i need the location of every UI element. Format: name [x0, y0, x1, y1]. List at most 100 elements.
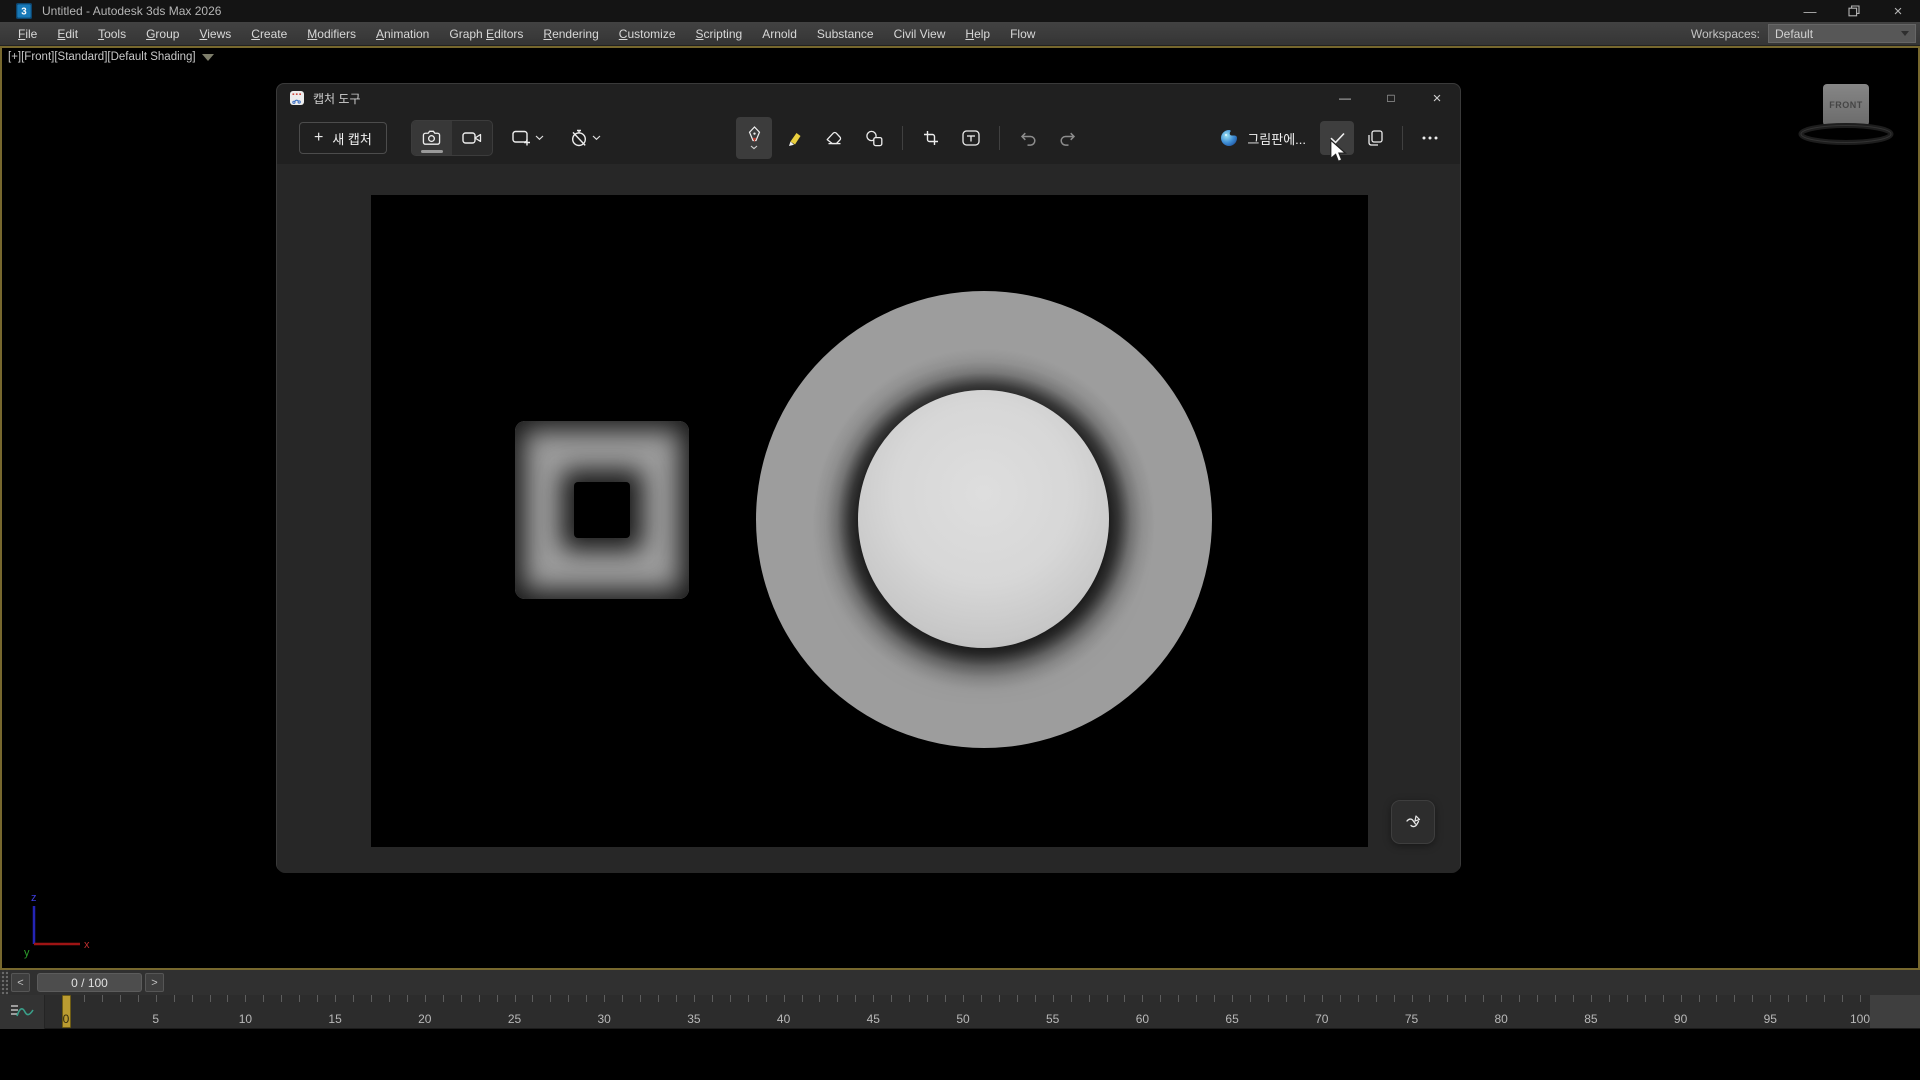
current-frame-display[interactable]: 0 / 100 — [37, 973, 142, 992]
timer-dropdown[interactable] — [563, 121, 609, 155]
app-restore-button[interactable] — [1832, 0, 1876, 22]
menu-views[interactable]: Views — [189, 22, 241, 46]
menu-help[interactable]: Help — [955, 22, 1000, 46]
snipping-tool-window: 캡처 도구 — □ × + 새 캡처 — [276, 83, 1461, 872]
frame-tick — [945, 995, 946, 1002]
axis-z-label: z — [31, 892, 37, 904]
frame-tick — [1376, 995, 1377, 1002]
frame-label: 65 — [1225, 1012, 1238, 1026]
frame-tick — [1053, 995, 1054, 1002]
workspace-dropdown[interactable]: Default — [1768, 24, 1916, 43]
frame-tick — [84, 995, 85, 1002]
frame-tick — [1160, 995, 1161, 1002]
snip-minimize-button[interactable]: — — [1322, 84, 1368, 112]
new-capture-button[interactable]: + 새 캡처 — [299, 122, 387, 154]
frame-tick — [1412, 995, 1413, 1002]
timer-off-icon — [570, 129, 588, 147]
screenshot-mode-button[interactable] — [412, 121, 452, 155]
menu-graph-editors[interactable]: Graph Editors — [439, 22, 533, 46]
menu-edit[interactable]: Edit — [47, 22, 88, 46]
text-actions-button[interactable] — [953, 120, 989, 156]
frame-tick — [1573, 995, 1574, 1002]
app-minimize-button[interactable]: — — [1788, 0, 1832, 22]
time-scrubber-row: < 0 / 100 > — [0, 970, 1920, 995]
edit-in-paint-button[interactable]: 그림판에... — [1210, 121, 1316, 155]
filter-funnel-icon[interactable] — [202, 54, 214, 61]
highlighter-tool-button[interactable] — [776, 120, 812, 156]
new-capture-label: 새 캡처 — [332, 129, 372, 148]
previous-frame-button[interactable]: < — [11, 973, 30, 992]
menu-scripting[interactable]: Scripting — [686, 22, 753, 46]
rectangle-select-icon — [512, 130, 531, 146]
shapes-tool-button[interactable] — [856, 120, 892, 156]
undo-button[interactable] — [1010, 120, 1046, 156]
frame-tick — [389, 995, 390, 1002]
frame-tick — [1501, 995, 1502, 1002]
eraser-tool-button[interactable] — [816, 120, 852, 156]
video-mode-button[interactable] — [452, 121, 492, 155]
toolbar-separator — [902, 126, 903, 150]
copy-button[interactable] — [1358, 121, 1392, 155]
frame-label: 0 — [63, 1012, 70, 1026]
frame-tick — [1555, 995, 1556, 1002]
frame-tick — [1035, 995, 1036, 1002]
frame-tick — [586, 995, 587, 1002]
frame-tick — [855, 995, 856, 1002]
menu-arnold[interactable]: Arnold — [752, 22, 807, 46]
menu-customize[interactable]: Customize — [609, 22, 686, 46]
app-close-button[interactable]: × — [1876, 0, 1920, 22]
frame-label: 80 — [1495, 1012, 1508, 1026]
mouse-cursor — [1327, 139, 1349, 163]
frame-tick — [963, 995, 964, 1002]
frame-label: 75 — [1405, 1012, 1418, 1026]
timeline-ruler[interactable]: 0510152025303540455055606570758085909510… — [45, 995, 1920, 1029]
frame-tick — [730, 995, 731, 1002]
frame-tick — [568, 995, 569, 1002]
menu-group[interactable]: Group — [136, 22, 189, 46]
toolbar-grip[interactable] — [0, 970, 8, 995]
viewport-label-text[interactable]: [+][Front][Standard][Default Shading] — [8, 51, 196, 63]
menu-animation[interactable]: Animation — [366, 22, 439, 46]
snip-maximize-button[interactable]: □ — [1368, 84, 1414, 112]
frame-tick — [174, 995, 175, 1002]
frame-tick — [1232, 995, 1233, 1002]
frame-tick — [515, 995, 516, 1002]
more-options-button[interactable] — [1413, 121, 1447, 155]
frame-tick — [676, 995, 677, 1002]
frame-tick — [210, 995, 211, 1002]
more-icon — [1422, 136, 1438, 140]
toolbar-separator — [999, 126, 1000, 150]
menu-civil-view[interactable]: Civil View — [884, 22, 956, 46]
menu-tools[interactable]: Tools — [88, 22, 136, 46]
viewcube[interactable]: FRONT — [1798, 84, 1894, 153]
selection-mode-dropdown[interactable] — [505, 121, 551, 155]
frame-tick — [622, 995, 623, 1002]
box-torus-object — [515, 421, 689, 599]
box-torus-hole — [574, 482, 630, 538]
touch-writing-button[interactable] — [1391, 800, 1435, 844]
snip-close-button[interactable]: × — [1414, 84, 1460, 112]
bottom-area — [0, 1029, 1920, 1080]
crop-tool-button[interactable] — [913, 120, 949, 156]
menu-rendering[interactable]: Rendering — [533, 22, 608, 46]
viewcube-front-face[interactable]: FRONT — [1823, 84, 1869, 126]
pen-tool-button[interactable] — [736, 117, 772, 159]
menu-substance[interactable]: Substance — [807, 22, 884, 46]
menu-flow[interactable]: Flow — [1000, 22, 1045, 46]
edit-in-paint-label: 그림판에... — [1247, 129, 1306, 148]
frame-tick — [1699, 995, 1700, 1002]
menu-file[interactable]: File — [8, 22, 47, 46]
next-frame-button[interactable]: > — [145, 973, 164, 992]
open-mini-curve-editor-button[interactable] — [0, 995, 45, 1029]
frame-tick — [748, 995, 749, 1002]
viewport-label[interactable]: [+][Front][Standard][Default Shading] — [8, 51, 214, 63]
menu-create[interactable]: Create — [241, 22, 297, 46]
timeline-end-region — [1870, 995, 1920, 1028]
redo-button[interactable] — [1050, 120, 1086, 156]
frame-tick — [640, 995, 641, 1002]
snip-titlebar[interactable]: 캡처 도구 — □ × — [277, 84, 1460, 112]
menu-modifiers[interactable]: Modifiers — [297, 22, 366, 46]
copy-icon — [1367, 130, 1383, 146]
frame-tick — [784, 995, 785, 1002]
workspaces-label: Workspaces: — [1691, 27, 1760, 41]
